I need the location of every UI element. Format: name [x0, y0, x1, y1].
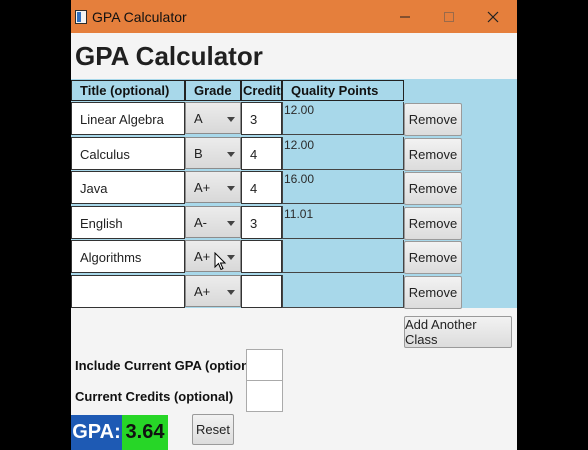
remove-button[interactable]: Remove	[404, 207, 462, 240]
credits-input[interactable]: 3	[241, 206, 282, 239]
grade-value: B	[194, 146, 203, 161]
grade-select[interactable]: A	[185, 102, 241, 134]
app-window: GPA Calculator GPA Calculator Title (opt…	[71, 0, 517, 450]
quality-points-cell	[282, 240, 404, 273]
app-title: GPA Calculator	[75, 41, 263, 71]
gpa-value: 3.64	[122, 415, 168, 450]
remove-button[interactable]: Remove	[404, 241, 462, 274]
maximize-button[interactable]	[427, 0, 471, 33]
title-input[interactable]: Linear Algebra	[71, 102, 185, 135]
grade-value: A+	[194, 249, 211, 264]
title-value: Algorithms	[80, 250, 142, 265]
credits-input[interactable]: 4	[241, 171, 282, 204]
grade-value: A-	[194, 215, 207, 230]
quality-points-value: 12.00	[284, 138, 315, 152]
quality-points-cell	[282, 275, 404, 308]
minimize-button[interactable]	[383, 0, 427, 33]
title-value: English	[80, 216, 123, 231]
header-credits: Credits	[241, 80, 288, 101]
chevron-down-icon	[227, 152, 235, 157]
app-icon	[75, 10, 87, 24]
chevron-down-icon	[227, 186, 235, 191]
close-icon	[487, 11, 499, 22]
credits-value: 4	[250, 181, 258, 196]
grade-select[interactable]: A+	[185, 171, 241, 203]
current-credits-label: Current Credits (optional)	[75, 389, 234, 404]
chevron-down-icon	[227, 290, 235, 295]
header-quality-points: Quality Points	[282, 80, 404, 101]
grade-select[interactable]: B	[185, 137, 241, 169]
current-gpa-input[interactable]	[246, 349, 283, 381]
credits-value: 3	[250, 112, 258, 127]
reset-button[interactable]: Reset	[192, 414, 234, 445]
quality-points-cell: 16.00	[282, 171, 404, 204]
title-input[interactable]: English	[71, 206, 185, 239]
header-grade: Grade	[185, 80, 241, 101]
quality-points-value: 11.01	[284, 207, 314, 221]
credits-input[interactable]	[241, 240, 282, 273]
credits-value: 3	[250, 216, 258, 231]
title-value: Calculus	[80, 147, 130, 162]
header-title: Title (optional)	[71, 80, 185, 101]
quality-points-cell: 12.00	[282, 137, 404, 170]
grade-value: A+	[194, 284, 211, 299]
maximize-icon	[444, 11, 454, 22]
credits-input[interactable]	[241, 275, 282, 308]
chevron-down-icon	[227, 221, 235, 226]
title-bar[interactable]: GPA Calculator	[71, 0, 517, 33]
quality-points-value: 16.00	[284, 172, 315, 186]
chevron-down-icon	[227, 117, 235, 122]
title-input[interactable]: Algorithms	[71, 240, 185, 273]
title-input[interactable]	[71, 275, 185, 308]
title-value: Linear Algebra	[80, 112, 164, 127]
remove-button[interactable]: Remove	[404, 103, 462, 136]
remove-button[interactable]: Remove	[404, 276, 462, 309]
quality-points-cell: 12.00	[282, 102, 404, 135]
quality-points-value: 12.00	[284, 103, 315, 117]
window-title: GPA Calculator	[92, 9, 187, 25]
chevron-down-icon	[227, 255, 235, 260]
gpa-label: GPA:	[71, 415, 122, 450]
grade-value: A+	[194, 180, 211, 195]
title-input[interactable]: Calculus	[71, 137, 185, 170]
remove-button[interactable]: Remove	[404, 138, 462, 171]
title-value: Java	[80, 181, 108, 196]
credits-input[interactable]: 3	[241, 102, 282, 135]
close-button[interactable]	[471, 0, 515, 33]
add-another-class-button[interactable]: Add Another Class	[404, 316, 512, 348]
include-current-gpa-label: Include Current GPA (optional)	[75, 358, 265, 373]
credits-value: 4	[250, 147, 258, 162]
title-input[interactable]: Java	[71, 171, 185, 204]
minimize-icon	[400, 16, 410, 17]
grade-value: A	[194, 111, 203, 126]
mouse-cursor-icon	[214, 252, 227, 271]
current-credits-input[interactable]	[246, 380, 283, 412]
credits-input[interactable]: 4	[241, 137, 282, 170]
quality-points-cell: 11.01	[282, 206, 404, 239]
grade-select[interactable]: A-	[185, 206, 241, 238]
grade-select[interactable]: A+	[185, 275, 241, 307]
grade-select[interactable]: A+	[185, 240, 241, 272]
remove-button[interactable]: Remove	[404, 172, 462, 205]
